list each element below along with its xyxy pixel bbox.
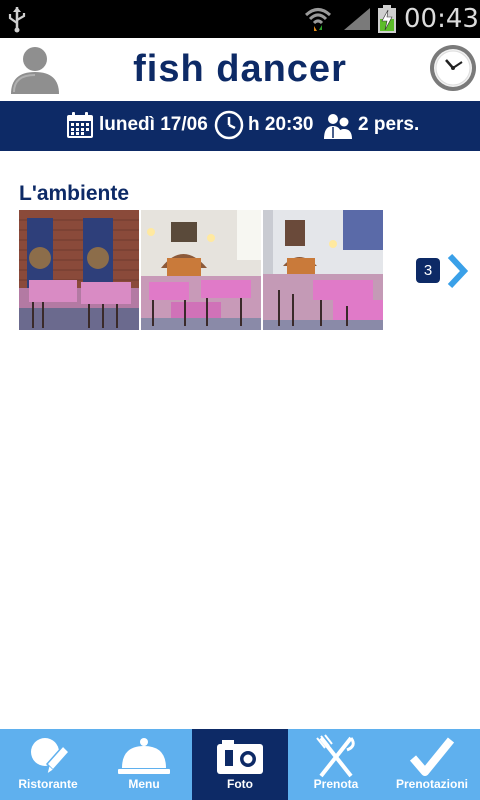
tab-label: Prenotazioni: [395, 777, 468, 791]
date-text: lunedì 17/06: [99, 114, 208, 135]
bottom-nav: Ristorante Menu Foto Prenota Prenotazion…: [0, 729, 480, 800]
wifi-icon: [304, 8, 332, 31]
tab-foto[interactable]: Foto: [192, 729, 288, 800]
clock-icon[interactable]: [428, 43, 478, 93]
tab-label: Ristorante: [18, 777, 78, 791]
tab-menu[interactable]: Menu: [96, 729, 192, 800]
cloche-icon: [118, 738, 170, 774]
tab-label: Foto: [227, 777, 253, 791]
restaurant-photo-2[interactable]: [141, 210, 261, 330]
restaurant-photo-3[interactable]: [263, 210, 383, 330]
people-text: 2 pers.: [358, 114, 420, 135]
time-info[interactable]: h 20:30: [214, 110, 313, 140]
camera-icon: [217, 740, 263, 774]
tab-label: Menu: [128, 777, 160, 791]
pen-nib-icon: [31, 738, 71, 776]
clock-icon: [214, 110, 244, 140]
chevron-right-icon[interactable]: [446, 253, 468, 289]
people-icon: [324, 114, 352, 139]
tab-label: Prenota: [313, 777, 359, 791]
status-time: 00:43: [404, 4, 479, 34]
time-text: h 20:30: [248, 114, 314, 135]
signal-icon: [344, 8, 370, 30]
tab-ristorante[interactable]: Ristorante: [0, 729, 96, 800]
calendar-icon: [67, 112, 93, 138]
date-info[interactable]: lunedì 17/06: [65, 110, 208, 140]
tab-prenota[interactable]: Prenota: [288, 729, 384, 800]
restaurant-photo-1[interactable]: [19, 210, 139, 330]
fork-knife-icon: [316, 734, 355, 778]
tab-prenotazioni[interactable]: Prenotazioni: [384, 729, 480, 800]
app-header: fish dancer: [0, 38, 480, 101]
reservation-info-bar: lunedì 17/06 h 20:30 2 pers.: [0, 101, 480, 151]
app-title: fish dancer: [133, 48, 347, 90]
gallery-title: L'ambiente: [19, 182, 130, 205]
photo-count-badge: 3: [416, 258, 440, 283]
people-info[interactable]: 2 pers.: [322, 110, 419, 140]
status-bar: 00:43: [0, 0, 480, 38]
checkmark-icon: [409, 737, 455, 776]
usb-icon: [8, 7, 26, 33]
battery-charging-icon: [378, 5, 396, 33]
